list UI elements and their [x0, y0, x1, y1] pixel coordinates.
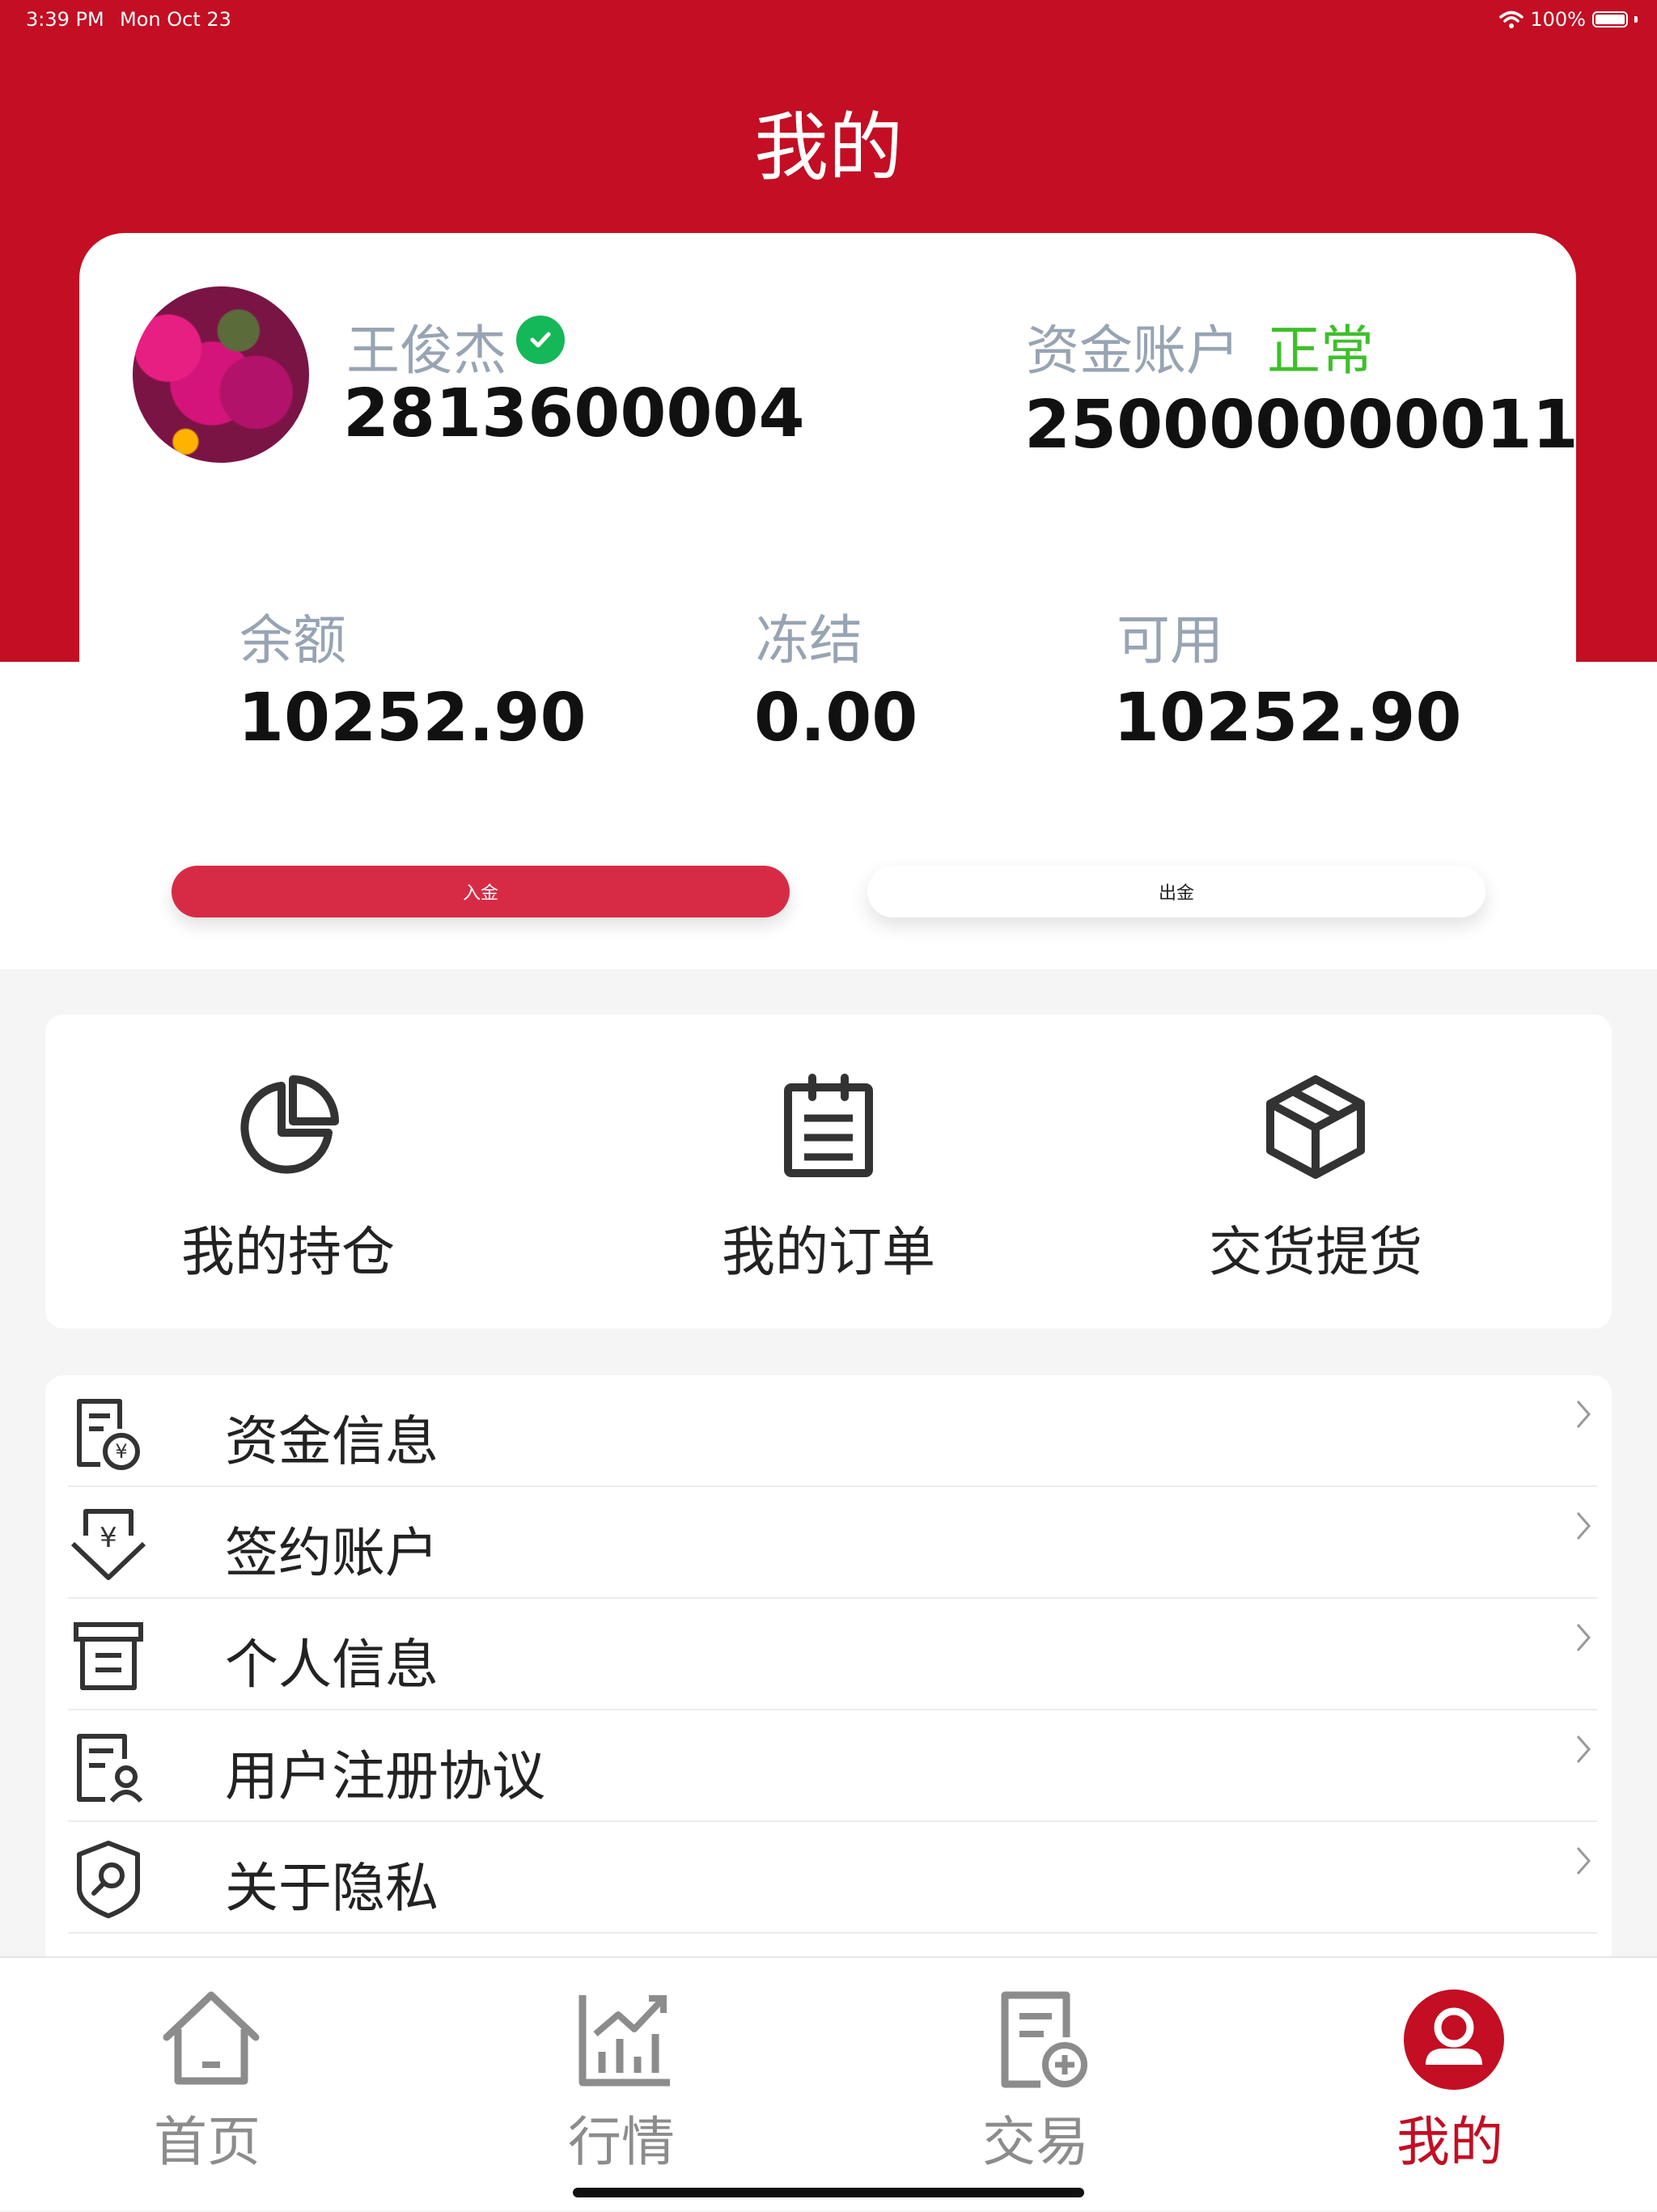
- fund-document-icon: ¥: [77, 1399, 140, 1470]
- tab-label: 行情: [568, 2111, 675, 2173]
- menu-card: ¥ 资金信息 ¥ 签约账户 个人信息 用户注册协议 关于隐私: [45, 1375, 1612, 1966]
- user-name: 王俊杰: [346, 320, 506, 382]
- battery-nub: [1634, 16, 1638, 23]
- market-chart-icon: [578, 1995, 670, 2087]
- id-card-icon: [74, 1622, 143, 1690]
- account-label: 资金账户: [1026, 320, 1240, 382]
- tab-home[interactable]: 首页: [0, 1958, 414, 2212]
- quick-action-positions[interactable]: 我的持仓: [45, 1015, 531, 1328]
- withdraw-button[interactable]: 出金: [867, 866, 1485, 917]
- user-icon: [1404, 1990, 1504, 2090]
- yuan-shield-icon: ¥: [70, 1509, 146, 1580]
- svg-text:¥: ¥: [115, 1440, 127, 1463]
- balance-value: 10252.90: [238, 680, 587, 756]
- home-icon: [163, 1991, 260, 2085]
- balance-label: 余额: [239, 609, 346, 672]
- svg-text:¥: ¥: [100, 1522, 117, 1554]
- quick-action-label: 交货提货: [1209, 1221, 1422, 1283]
- quick-action-orders[interactable]: 我的订单: [586, 1015, 1071, 1328]
- chevron-right-icon: [1576, 1401, 1591, 1428]
- page-title: 我的: [753, 104, 903, 191]
- menu-item-label: 个人信息: [225, 1634, 439, 1696]
- tab-label: 交易: [982, 2111, 1089, 2173]
- avatar[interactable]: [133, 286, 309, 463]
- chevron-right-icon: [1576, 1512, 1591, 1540]
- status-bar: 3:39 PM Mon Oct 23 100%: [0, 0, 1657, 39]
- chevron-right-icon: [1576, 1735, 1591, 1763]
- quick-action-delivery[interactable]: 交货提货: [1073, 1015, 1558, 1328]
- tab-label: 我的: [1396, 2111, 1503, 2173]
- frozen-value: 0.00: [754, 680, 918, 756]
- user-id: 2813600004: [343, 375, 805, 452]
- trade-document-icon: [1001, 1991, 1087, 2088]
- tab-mine[interactable]: 我的: [1243, 1958, 1657, 2212]
- menu-divider: [68, 1932, 1597, 1934]
- status-right: 100%: [1499, 0, 1638, 39]
- menu-item-label: 关于隐私: [225, 1857, 439, 1919]
- status-time: 3:39 PM: [26, 8, 104, 31]
- box-icon: [1266, 1075, 1365, 1179]
- quick-action-label: 我的订单: [722, 1221, 935, 1283]
- menu-item-label: 用户注册协议: [225, 1745, 545, 1807]
- menu-item-label: 签约账户: [225, 1522, 439, 1584]
- chevron-right-icon: [1576, 1624, 1591, 1651]
- quick-actions-card: 我的持仓 我的订单 交货提货: [45, 1015, 1612, 1328]
- clipboard-icon: [784, 1074, 873, 1177]
- privacy-shield-icon: [77, 1841, 140, 1918]
- deposit-button[interactable]: 入金: [172, 866, 790, 917]
- battery-icon: [1592, 11, 1628, 28]
- frozen-label: 冻结: [756, 609, 862, 672]
- quick-action-label: 我的持仓: [181, 1221, 395, 1283]
- menu-item-fund-info[interactable]: ¥ 资金信息: [68, 1375, 1629, 1487]
- menu-item-label: 资金信息: [225, 1410, 439, 1473]
- verified-check-icon: [516, 316, 565, 364]
- menu-item-registration-agreement[interactable]: 用户注册协议: [68, 1710, 1629, 1822]
- battery-percent: 100%: [1530, 8, 1586, 31]
- menu-item-privacy[interactable]: 关于隐私: [68, 1822, 1629, 1934]
- status-date: Mon Oct 23: [120, 8, 231, 31]
- tab-bar: 首页 行情 交易 我的: [0, 1956, 1657, 2210]
- pie-chart-icon: [240, 1075, 339, 1174]
- tab-trade[interactable]: 交易: [828, 1958, 1243, 2212]
- available-value: 10252.90: [1113, 680, 1462, 756]
- account-number: 250000000011: [1024, 387, 1579, 464]
- wifi-icon: [1499, 11, 1524, 28]
- menu-item-contract-account[interactable]: ¥ 签约账户: [68, 1487, 1629, 1599]
- menu-item-personal-info[interactable]: 个人信息: [68, 1599, 1629, 1710]
- user-document-icon: [77, 1734, 143, 1803]
- tab-label: 首页: [154, 2111, 261, 2173]
- home-indicator: [573, 2188, 1084, 2197]
- tab-market[interactable]: 行情: [414, 1958, 828, 2212]
- chevron-right-icon: [1576, 1847, 1591, 1875]
- available-label: 可用: [1117, 609, 1223, 672]
- account-status: 正常: [1267, 320, 1374, 382]
